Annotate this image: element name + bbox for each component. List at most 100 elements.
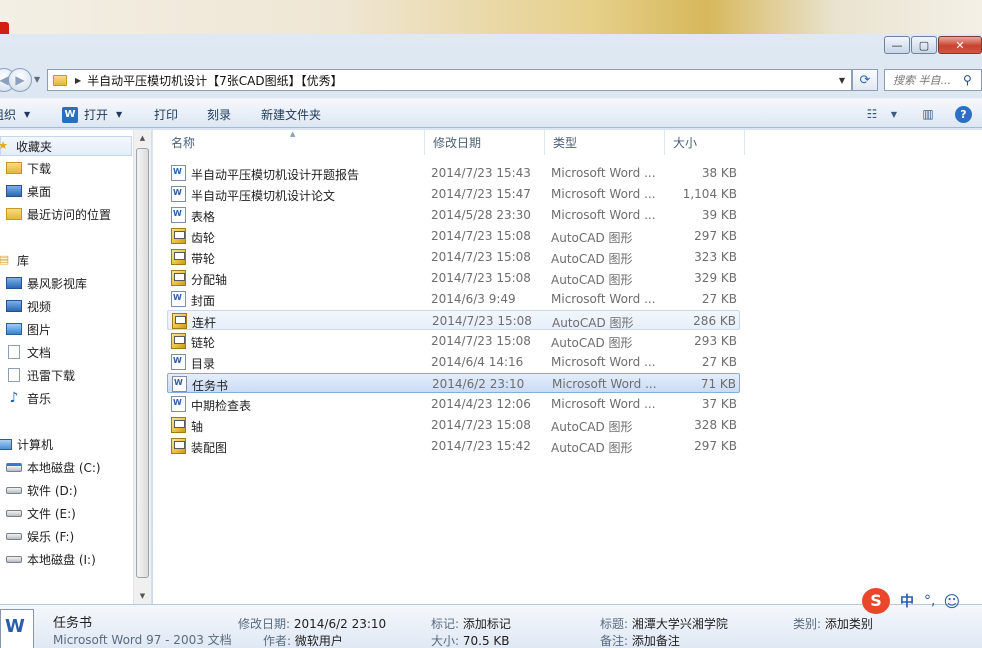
add-tags-field[interactable]: 添加标记 [463, 617, 511, 631]
maximize-button[interactable]: ▢ [911, 36, 937, 54]
burn-button[interactable]: 刻录 [207, 106, 231, 123]
details-label: 备注: [600, 634, 629, 648]
file-row[interactable]: 带轮 2014/7/23 15:08 AutoCAD 图形 323 KB [167, 247, 740, 267]
file-size: 27 KB [701, 355, 737, 369]
file-type: AutoCAD 图形 [551, 420, 633, 434]
breadcrumb-arrow-icon[interactable]: ▶ [75, 76, 81, 85]
ime-punctuation-toggle[interactable]: °, [924, 593, 935, 609]
scrollbar-thumb[interactable] [136, 148, 149, 578]
file-row[interactable]: 分配轴 2014/7/23 15:08 AutoCAD 图形 329 KB [167, 268, 740, 288]
column-header-modified[interactable]: 修改日期 [425, 130, 545, 155]
search-box[interactable]: ⚲ [884, 69, 982, 91]
file-row[interactable]: 目录 2014/6/4 14:16 Microsoft Word ... 27 KB [167, 352, 740, 372]
minimize-button[interactable]: — [884, 36, 910, 54]
nav-label: 计算机 [17, 437, 54, 452]
preview-pane-icon[interactable]: ▥ [920, 106, 936, 122]
file-type: AutoCAD 图形 [551, 231, 633, 245]
nav-label: 视频 [27, 299, 52, 314]
details-value[interactable]: 微软用户 [295, 634, 343, 648]
file-modified-date: 2014/7/23 15:42 [431, 439, 531, 453]
details-pane: 任务书 Microsoft Word 97 - 2003 文档 修改日期: 20… [0, 604, 982, 648]
ime-emoji-icon[interactable]: ☺ [943, 592, 960, 611]
column-header-type[interactable]: 类型 [545, 130, 665, 155]
nav-drive-f[interactable]: 娱乐 (F:) [6, 526, 74, 546]
nav-music[interactable]: ♪ 音乐 [6, 388, 51, 408]
recent-pages-dropdown[interactable]: ▼ [34, 75, 40, 84]
add-category-field[interactable]: 添加类别 [825, 617, 873, 631]
file-type: Microsoft Word ... [551, 397, 656, 411]
refresh-button[interactable]: ⟳ [852, 69, 878, 91]
file-type: AutoCAD 图形 [552, 316, 634, 330]
details-tags: 标记: 添加标记 [431, 615, 511, 632]
add-notes-field[interactable]: 添加备注 [632, 634, 680, 648]
nav-xunlei-downloads[interactable]: 迅雷下载 [6, 365, 75, 385]
nav-drive-d[interactable]: 软件 (D:) [6, 480, 77, 500]
help-icon[interactable]: ? [955, 106, 972, 123]
open-button[interactable]: W 打开 ▼ [62, 106, 122, 123]
chevron-down-icon: ▼ [116, 110, 123, 119]
nav-libraries[interactable]: ▤库 [0, 250, 29, 270]
scroll-up-icon[interactable]: ▲ [134, 130, 151, 146]
nav-pictures[interactable]: 图片 [6, 319, 51, 339]
nav-computer[interactable]: 计算机 [0, 434, 53, 454]
column-label: 名称 [171, 136, 196, 150]
view-options-icon[interactable]: ☷ [864, 106, 880, 122]
nav-baofeng-library[interactable]: 暴风影视库 [6, 273, 87, 293]
nav-label: 收藏夹 [16, 139, 53, 154]
nav-label: 文件 (E:) [27, 506, 76, 521]
search-input[interactable] [885, 73, 963, 87]
file-row[interactable]: 封面 2014/6/3 9:49 Microsoft Word ... 27 KB [167, 289, 740, 309]
details-author: 作者: 微软用户 [263, 632, 343, 648]
word-icon: W [62, 106, 78, 123]
ime-mode-toggle[interactable]: 中 [900, 591, 914, 611]
forward-button[interactable]: ▶ [8, 68, 32, 92]
address-dropdown-icon[interactable]: ▼ [833, 76, 851, 85]
downloads-folder-icon [6, 162, 22, 174]
file-row[interactable]: 半自动平压模切机设计论文 2014/7/23 15:47 Microsoft Wor… [167, 184, 740, 204]
file-modified-date: 2014/7/23 15:08 [431, 418, 531, 432]
new-folder-button[interactable]: 新建文件夹 [261, 106, 321, 123]
nav-label: 桌面 [27, 184, 52, 199]
arrow-right-icon: ▶ [15, 73, 25, 87]
file-size: 37 KB [701, 397, 737, 411]
file-size: 297 KB [694, 439, 737, 453]
print-button[interactable]: 打印 [154, 106, 178, 123]
scroll-down-icon[interactable]: ▼ [134, 588, 151, 604]
open-label: 打开 [84, 108, 109, 122]
file-row[interactable]: 中期检查表 2014/4/23 12:06 Microsoft Word ... 37… [167, 394, 740, 414]
nav-recent-places[interactable]: 最近访问的位置 [6, 204, 111, 224]
file-row[interactable]: 表格 2014/5/28 23:30 Microsoft Word ... 39 KB [167, 205, 740, 225]
chevron-down-icon: ▼ [24, 110, 31, 119]
file-type: AutoCAD 图形 [551, 336, 633, 350]
close-button[interactable]: ✕ [938, 36, 982, 54]
file-row[interactable]: 齿轮 2014/7/23 15:08 AutoCAD 图形 297 KB [167, 226, 740, 246]
details-label: 修改日期: [238, 617, 291, 631]
nav-favorites[interactable]: ★ 收藏夹 [0, 136, 132, 156]
nav-documents[interactable]: 文档 [6, 342, 51, 362]
nav-drive-c[interactable]: 本地磁盘 (C:) [6, 457, 101, 477]
address-bar[interactable]: ▶ 半自动平压模切机设计【7张CAD图纸】【优秀】 ▼ [47, 69, 852, 91]
music-note-icon: ♪ [9, 390, 19, 406]
search-icon[interactable]: ⚲ [963, 73, 972, 87]
address-path[interactable]: 半自动平压模切机设计【7张CAD图纸】【优秀】 [87, 72, 833, 89]
organize-button[interactable]: 组织 ▼ [0, 106, 30, 123]
file-row[interactable]: 链轮 2014/7/23 15:08 AutoCAD 图形 293 KB [167, 331, 740, 351]
file-row[interactable]: 轴 2014/7/23 15:08 AutoCAD 图形 328 KB [167, 415, 740, 435]
xunlei-folder-icon [8, 368, 20, 382]
nav-drive-e[interactable]: 文件 (E:) [6, 503, 76, 523]
nav-drive-i[interactable]: 本地磁盘 (I:) [6, 549, 96, 569]
column-header-size[interactable]: 大小 [665, 130, 745, 155]
file-row[interactable]: 连杆 2014/7/23 15:08 AutoCAD 图形 286 KB [167, 310, 740, 330]
sogou-logo-icon[interactable]: S [862, 588, 890, 614]
nav-desktop[interactable]: 桌面 [6, 181, 51, 201]
file-row[interactable]: 半自动平压模切机设计开题报告 2014/7/23 15:43 Microsoft W… [167, 163, 740, 183]
nav-downloads[interactable]: 下载 [6, 158, 51, 178]
title-field[interactable]: 湘潭大学兴湘学院 [632, 617, 728, 631]
file-row[interactable]: 装配图 2014/7/23 15:42 AutoCAD 图形 297 KB [167, 436, 740, 456]
drive-icon [6, 486, 22, 494]
nav-videos[interactable]: 视频 [6, 296, 51, 316]
view-dropdown-icon[interactable]: ▼ [886, 106, 902, 122]
file-name: 任务书 [192, 379, 229, 393]
nav-scrollbar[interactable]: ▲ ▼ [133, 130, 151, 604]
file-row[interactable]: 任务书 2014/6/2 23:10 Microsoft Word ... 71 KB [167, 373, 740, 393]
